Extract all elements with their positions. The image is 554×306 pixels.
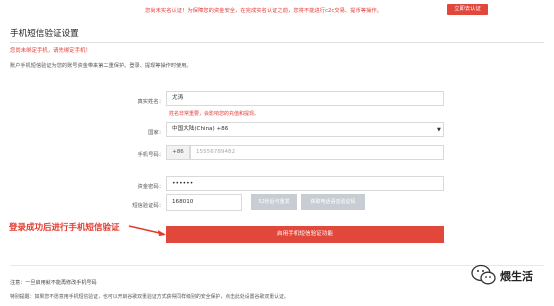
feature-description: 账户手机短信验证为您的账号资金带来第二重保护。登录、提现等操作时使用。 [10, 63, 192, 69]
realname-hint: 姓名非常重要，会影响您的充值和提现。 [169, 111, 260, 117]
annotation-arrow-icon [128, 225, 166, 236]
phone-label: 手机号码： [137, 152, 165, 158]
country-label: 国家： [148, 130, 164, 136]
voice-code-button[interactable]: 获取电话语音验证码 [301, 194, 365, 210]
google-auth-tip: 特别提醒：如果您不愿意用手机短信验证，也可以开启谷歌双重验证方式获得同样级别的安… [10, 294, 289, 300]
page-title: 手机短信验证设置 [10, 29, 79, 39]
watermark-label: 煨生活 [500, 270, 533, 283]
identity-verification-notice: 您尚未实名认证！为保障您的资金安全，在完成实名认证之前，您将不能进行c2c交易、… [145, 8, 382, 14]
realname-field[interactable]: 尤涛 [166, 91, 444, 106]
title-divider [10, 42, 544, 43]
annotation-caption: 登录成功后进行手机短信验证 [9, 223, 120, 233]
phone-input[interactable]: 15556789482 [190, 145, 444, 160]
phone-country-code: +86 [166, 145, 190, 160]
bind-phone-warning: 您尚未绑定手机，请先绑定手机！ [10, 48, 91, 54]
enable-sms-verification-button[interactable]: 启用手机短信验证功能 [166, 226, 444, 243]
note-text: 注意：一旦启用就不能再修改手机号码 [10, 280, 97, 286]
fund-password-field[interactable]: •••••• [166, 176, 444, 191]
country-select[interactable]: 中国大陆(China) +86 [166, 122, 444, 137]
verify-identity-button[interactable]: 立即去认证 [447, 4, 488, 15]
realname-label: 真实姓名： [137, 99, 165, 105]
bottom-divider [10, 265, 544, 266]
wechat-icon [471, 264, 496, 285]
caret-down-icon: ▼ [437, 127, 441, 133]
resend-countdown-button[interactable]: 52秒后可重发 [251, 194, 297, 210]
fund-password-label: 资金密码： [137, 184, 165, 190]
sms-code-input[interactable]: 168010 [166, 194, 242, 211]
sms-code-label: 短信验证码： [132, 203, 164, 209]
